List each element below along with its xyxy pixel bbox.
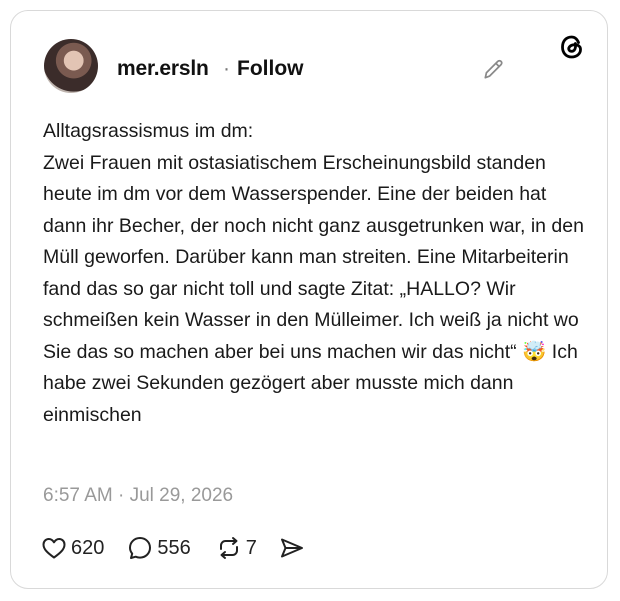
share-button[interactable]: [279, 536, 305, 560]
post-text: Alltagsrassismus im dm: Zwei Frauen mit …: [43, 120, 584, 426]
send-icon: [279, 536, 305, 560]
threads-logo-icon: [558, 33, 586, 61]
heart-icon: [41, 536, 67, 560]
post-card: mer.ersln · Follow Alltagsrassismus im d…: [10, 10, 608, 589]
repost-icon: [216, 535, 242, 561]
avatar[interactable]: [44, 39, 98, 93]
username[interactable]: mer.ersln: [117, 57, 209, 81]
separator-dot: ·: [223, 57, 230, 80]
repost-button[interactable]: 7: [216, 535, 257, 561]
like-button[interactable]: 620: [41, 536, 104, 560]
like-count: 620: [71, 536, 105, 559]
repost-count: 7: [245, 536, 257, 559]
follow-button[interactable]: Follow: [237, 57, 304, 81]
comment-count: 556: [157, 536, 191, 559]
pencil-icon[interactable]: [481, 56, 507, 82]
post-timestamp: 6:57 AM · Jul 29, 2026: [43, 485, 234, 506]
comment-bubble-icon: [127, 535, 153, 561]
comment-button[interactable]: 556: [127, 535, 191, 561]
action-bar: 620 556 7: [41, 534, 305, 562]
